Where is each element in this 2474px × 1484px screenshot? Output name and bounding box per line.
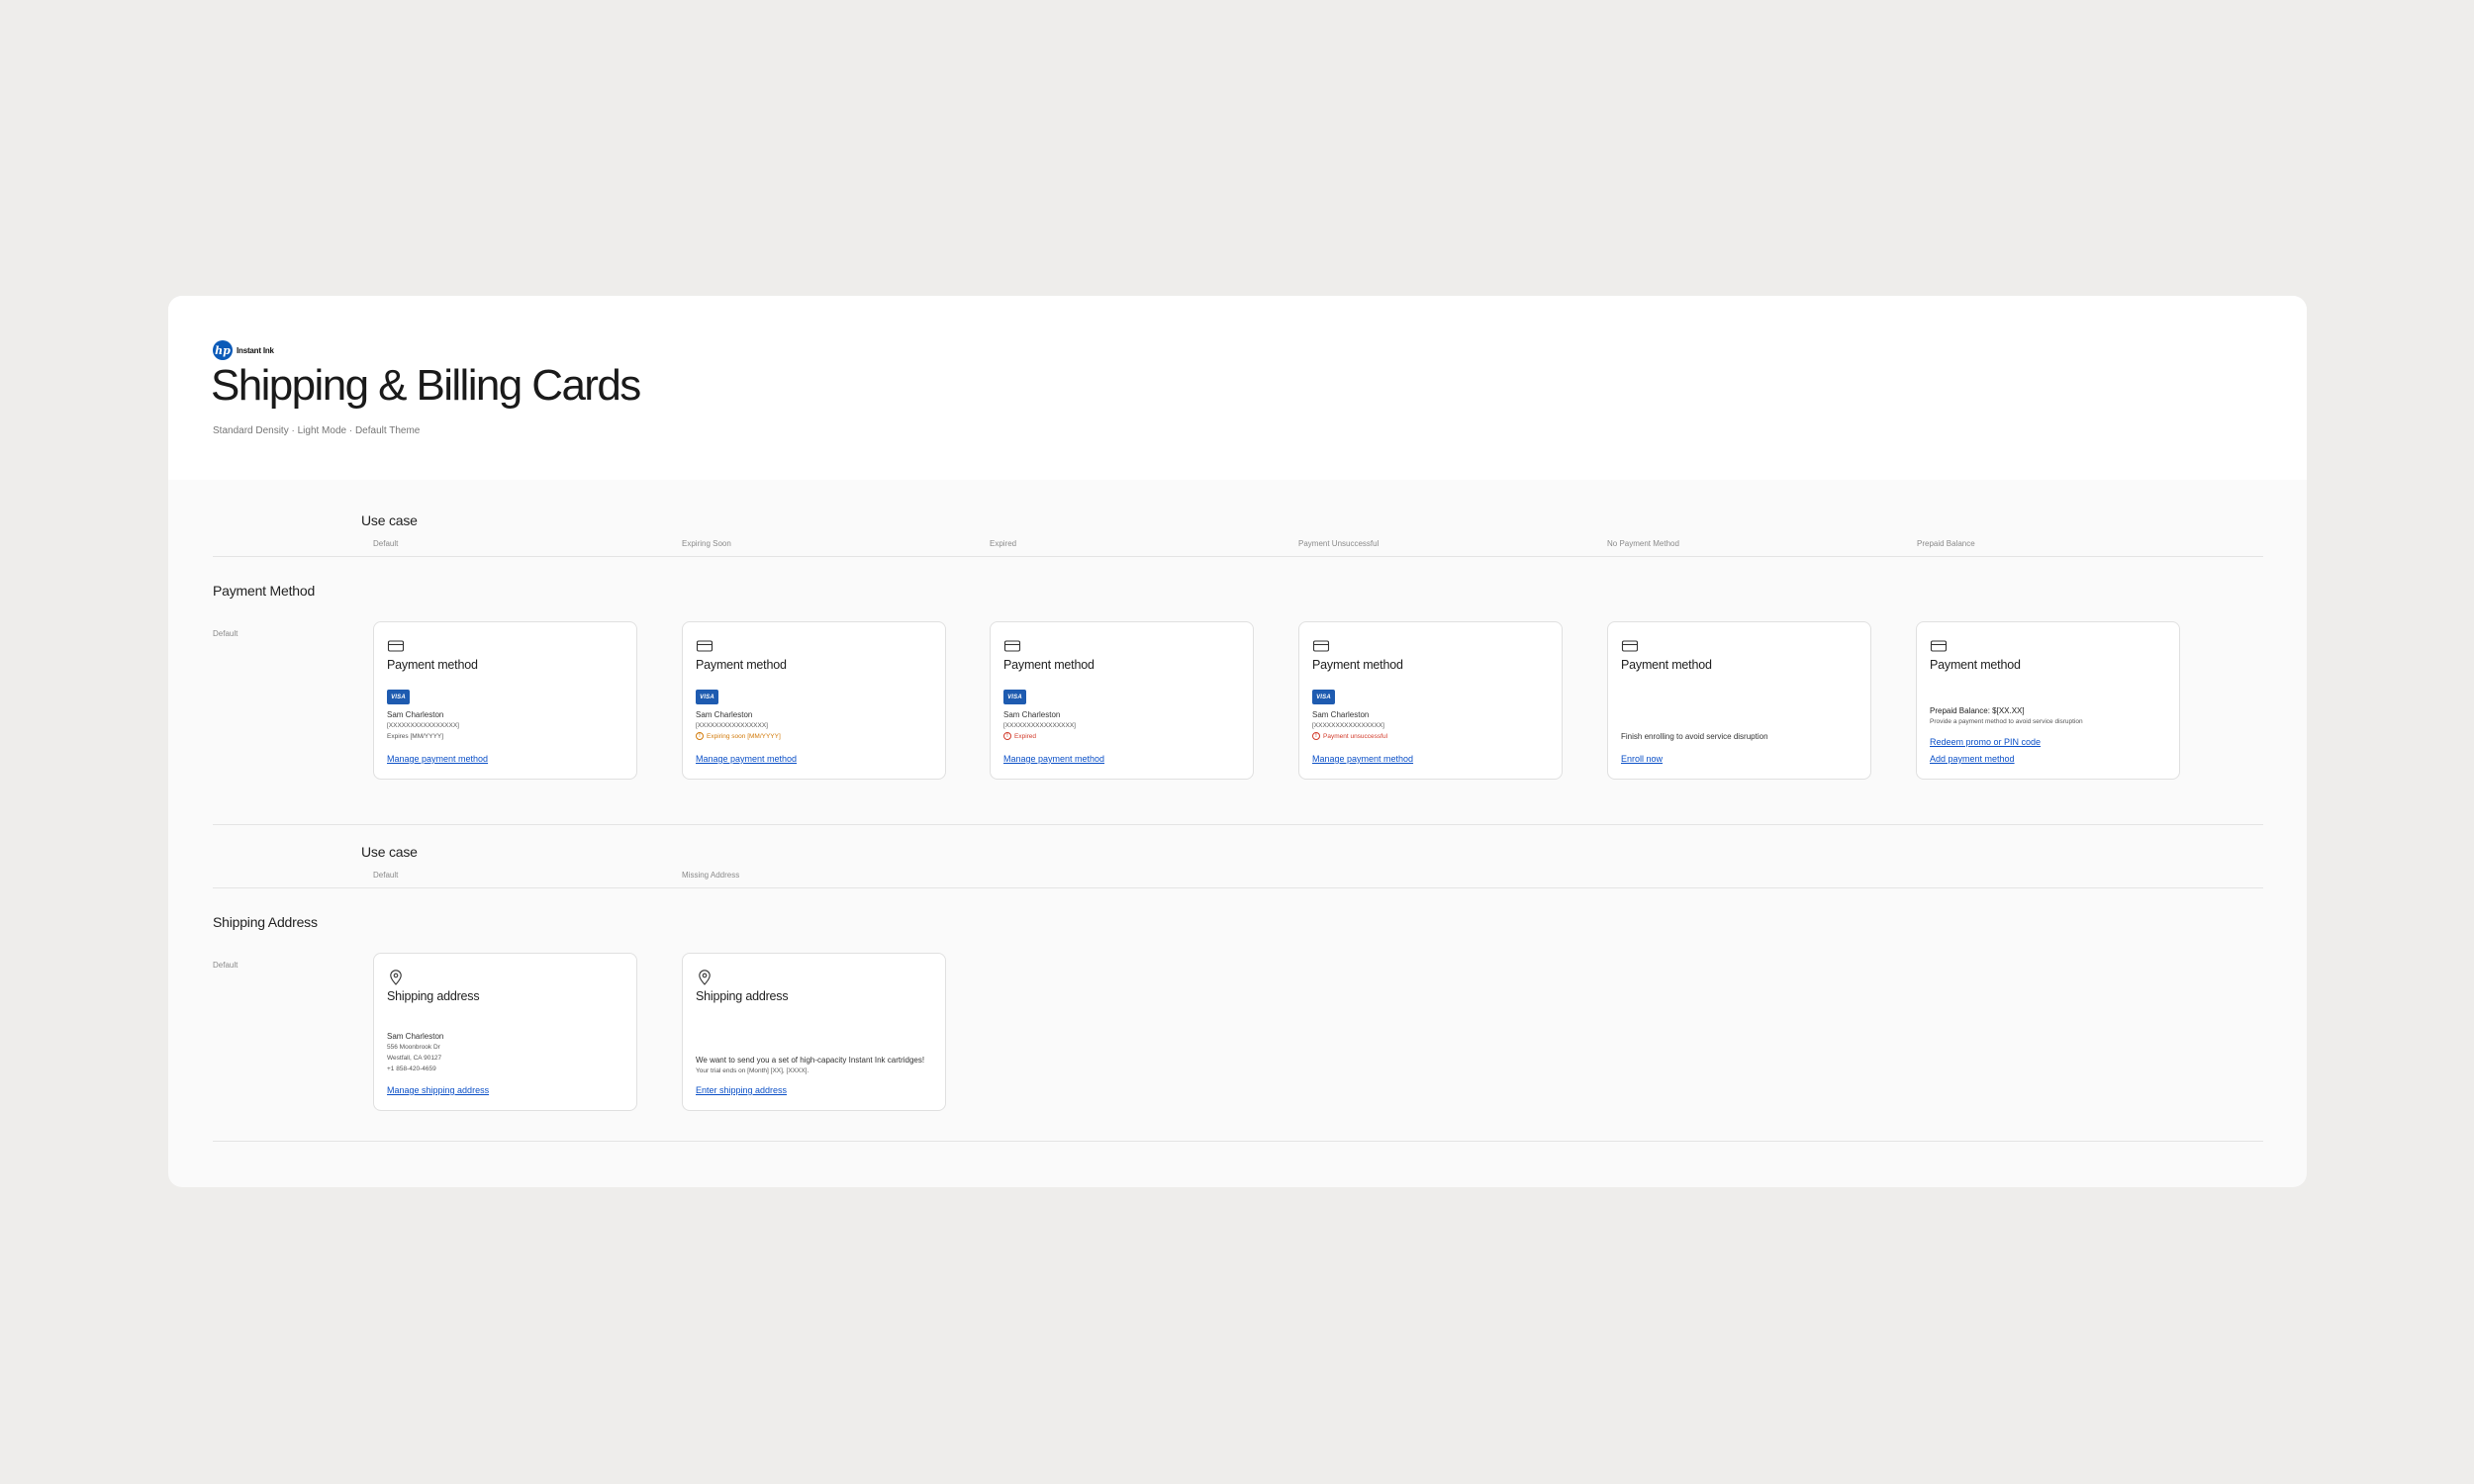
- visa-logo: VISA: [696, 690, 718, 704]
- card-title: Payment method: [1312, 658, 1403, 672]
- section-title-payment-method: Payment Method: [213, 583, 316, 599]
- column-header-default: Default: [373, 871, 399, 880]
- credit-card-icon: [1621, 640, 1639, 652]
- enroll-now-link[interactable]: Enroll now: [1621, 754, 1663, 764]
- card-title: Shipping address: [387, 989, 480, 1003]
- payment-card-default: Payment method VISA Sam Charleston [XXXX…: [373, 621, 637, 780]
- address-line-2: Westfall, CA 90127: [387, 1055, 442, 1062]
- shipping-card-missing-address: Shipping address We want to send you a s…: [682, 953, 946, 1111]
- column-header-expired: Expired: [990, 539, 1017, 548]
- cardholder-name: Sam Charleston: [1312, 710, 1370, 719]
- card-title: Payment method: [696, 658, 787, 672]
- phone-number: +1 858-420-4659: [387, 1066, 436, 1072]
- card-title: Payment method: [1621, 658, 1712, 672]
- cardholder-name: Sam Charleston: [1003, 710, 1061, 719]
- credit-card-icon: [1930, 640, 1948, 652]
- card-title: Shipping address: [696, 989, 789, 1003]
- address-line-1: 556 Moonbrook Dr: [387, 1044, 440, 1051]
- recipient-name: Sam Charleston: [387, 1032, 444, 1041]
- manage-payment-method-link[interactable]: Manage payment method: [387, 754, 488, 764]
- divider: [213, 824, 2263, 825]
- manage-payment-method-link[interactable]: Manage payment method: [696, 754, 797, 764]
- location-pin-icon: [390, 970, 402, 985]
- use-case-label: Use case: [361, 844, 418, 860]
- card-number: [XXXXXXXXXXXXXXXX]: [696, 722, 768, 729]
- status-text: Payment unsuccessful: [1323, 732, 1388, 740]
- row-label-default: Default: [213, 629, 238, 638]
- prepaid-note: Provide a payment method to avoid servic…: [1930, 718, 2083, 725]
- row-label-default: Default: [213, 961, 238, 970]
- card-expiry: Expires [MM/YYYY]: [387, 733, 444, 740]
- location-pin-icon: [699, 970, 711, 985]
- column-header-missing-address: Missing Address: [682, 871, 740, 880]
- payment-card-payment-unsuccessful: Payment method VISA Sam Charleston [XXXX…: [1298, 621, 1563, 780]
- column-header-no-payment-method: No Payment Method: [1607, 539, 1679, 548]
- visa-logo: VISA: [1312, 690, 1335, 704]
- card-number: [XXXXXXXXXXXXXXXX]: [1312, 722, 1384, 729]
- credit-card-icon: [696, 640, 714, 652]
- credit-card-icon: [387, 640, 405, 652]
- cartridge-offer-message: We want to send you a set of high-capaci…: [696, 1056, 925, 1065]
- page-title: Shipping & Billing Cards: [211, 361, 641, 410]
- error-icon: !: [1003, 732, 1011, 740]
- trial-end-note: Your trial ends on [Month] [XX], [XXXX].: [696, 1067, 809, 1074]
- warning-icon: !: [696, 732, 704, 740]
- status-text: Expired: [1014, 732, 1037, 740]
- status-payment-unsuccessful: ! Payment unsuccessful: [1312, 732, 1387, 740]
- design-sheet: hp Instant Ink Shipping & Billing Cards …: [168, 296, 2307, 1187]
- enroll-message: Finish enrolling to avoid service disrup…: [1621, 732, 1768, 741]
- payment-card-expired: Payment method VISA Sam Charleston [XXXX…: [990, 621, 1254, 780]
- manage-shipping-address-link[interactable]: Manage shipping address: [387, 1085, 489, 1095]
- column-header-expiring-soon: Expiring Soon: [682, 539, 731, 548]
- hp-logo-icon: hp: [213, 340, 233, 360]
- divider: [213, 887, 2263, 888]
- cardholder-name: Sam Charleston: [696, 710, 753, 719]
- error-icon: !: [1312, 732, 1320, 740]
- use-case-label: Use case: [361, 512, 418, 528]
- page-subtitle: Standard Density · Light Mode · Default …: [213, 425, 421, 436]
- status-expiring-soon: ! Expiring soon [MM/YYYY]: [696, 732, 781, 740]
- card-title: Payment method: [1930, 658, 2021, 672]
- payment-card-expiring-soon: Payment method VISA Sam Charleston [XXXX…: [682, 621, 946, 780]
- credit-card-icon: [1003, 640, 1021, 652]
- visa-logo: VISA: [387, 690, 410, 704]
- column-header-prepaid-balance: Prepaid Balance: [1917, 539, 1975, 548]
- section-title-shipping-address: Shipping Address: [213, 914, 318, 930]
- card-title: Payment method: [387, 658, 478, 672]
- enter-shipping-address-link[interactable]: Enter shipping address: [696, 1085, 787, 1095]
- logo-text: Instant Ink: [237, 345, 274, 355]
- payment-card-prepaid-balance: Payment method Prepaid Balance: $[XX.XX]…: [1916, 621, 2180, 780]
- column-header-payment-unsuccessful: Payment Unsuccessful: [1298, 539, 1380, 548]
- manage-payment-method-link[interactable]: Manage payment method: [1312, 754, 1413, 764]
- redeem-promo-link[interactable]: Redeem promo or PIN code: [1930, 737, 2041, 747]
- prepaid-balance: Prepaid Balance: $[XX.XX]: [1930, 706, 2025, 715]
- shipping-card-default: Shipping address Sam Charleston 556 Moon…: [373, 953, 637, 1111]
- payment-card-no-payment-method: Payment method Finish enrolling to avoid…: [1607, 621, 1871, 780]
- brand-logo: hp Instant Ink: [213, 340, 274, 360]
- manage-payment-method-link[interactable]: Manage payment method: [1003, 754, 1104, 764]
- cardholder-name: Sam Charleston: [387, 710, 444, 719]
- column-header-default: Default: [373, 539, 399, 548]
- divider: [213, 556, 2263, 557]
- divider: [213, 1141, 2263, 1142]
- credit-card-icon: [1312, 640, 1330, 652]
- status-expired: ! Expired: [1003, 732, 1036, 740]
- card-title: Payment method: [1003, 658, 1094, 672]
- sheet-header: hp Instant Ink Shipping & Billing Cards …: [168, 296, 2307, 480]
- card-number: [XXXXXXXXXXXXXXXX]: [1003, 722, 1076, 729]
- card-number: [XXXXXXXXXXXXXXXX]: [387, 722, 459, 729]
- status-text: Expiring soon [MM/YYYY]: [707, 732, 781, 740]
- add-payment-method-link[interactable]: Add payment method: [1930, 754, 2015, 764]
- visa-logo: VISA: [1003, 690, 1026, 704]
